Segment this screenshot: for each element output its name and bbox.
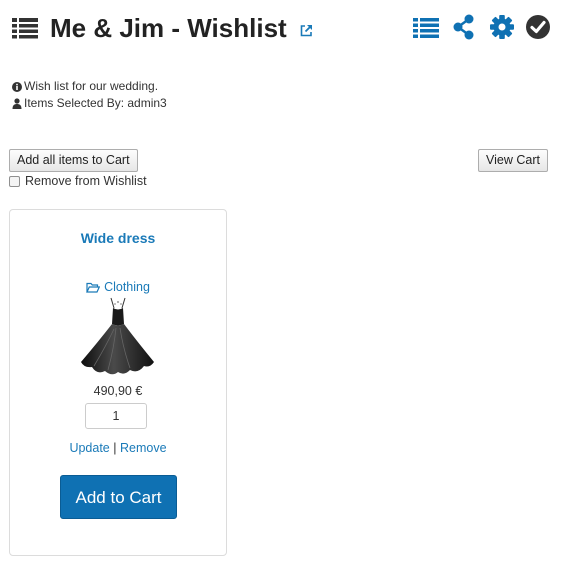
product-image[interactable]	[78, 296, 158, 378]
remove-link[interactable]: Remove	[120, 441, 167, 455]
selected-by-text: Items Selected By: admin3	[24, 96, 167, 110]
wishlist-description: Wish list for our wedding.	[24, 79, 159, 93]
add-all-to-cart-button[interactable]: Add all items to Cart	[9, 149, 138, 172]
share-icon[interactable]	[450, 13, 478, 41]
description-row: Wish list for our wedding.	[12, 78, 167, 95]
remove-from-wishlist-label: Remove from Wishlist	[25, 174, 147, 188]
gear-icon[interactable]	[488, 13, 516, 41]
list-icon	[12, 18, 38, 39]
user-icon	[12, 98, 22, 109]
page-title: Me & Jim - Wishlist	[50, 13, 287, 43]
wishlist-info: Wish list for our wedding. Items Selecte…	[12, 78, 167, 112]
item-actions: Update | Remove	[10, 441, 226, 455]
check-circle-icon[interactable]	[524, 13, 552, 41]
view-cart-button[interactable]: View Cart	[478, 149, 548, 172]
category-label: Clothing	[104, 280, 150, 294]
page-header: Me & Jim - Wishlist	[12, 8, 552, 48]
folder-open-icon	[86, 282, 101, 293]
info-circle-icon	[12, 82, 22, 92]
product-name-link[interactable]: Wide dress	[10, 230, 226, 246]
update-link[interactable]: Update	[69, 441, 109, 455]
list-icon[interactable]	[412, 13, 440, 41]
remove-from-wishlist-checkbox[interactable]	[9, 176, 20, 187]
product-price: 490,90 €	[93, 384, 143, 398]
selected-by-row: Items Selected By: admin3	[12, 95, 167, 112]
quantity-input[interactable]	[85, 403, 147, 429]
product-card: Wide dress Clothing 490,90 € Update | Re…	[9, 209, 227, 556]
external-link-icon[interactable]	[300, 24, 313, 37]
category-link[interactable]: Clothing	[10, 280, 226, 294]
add-to-cart-button[interactable]: Add to Cart	[60, 475, 177, 519]
remove-from-wishlist-option[interactable]: Remove from Wishlist	[9, 174, 147, 188]
link-separator: |	[113, 441, 117, 455]
